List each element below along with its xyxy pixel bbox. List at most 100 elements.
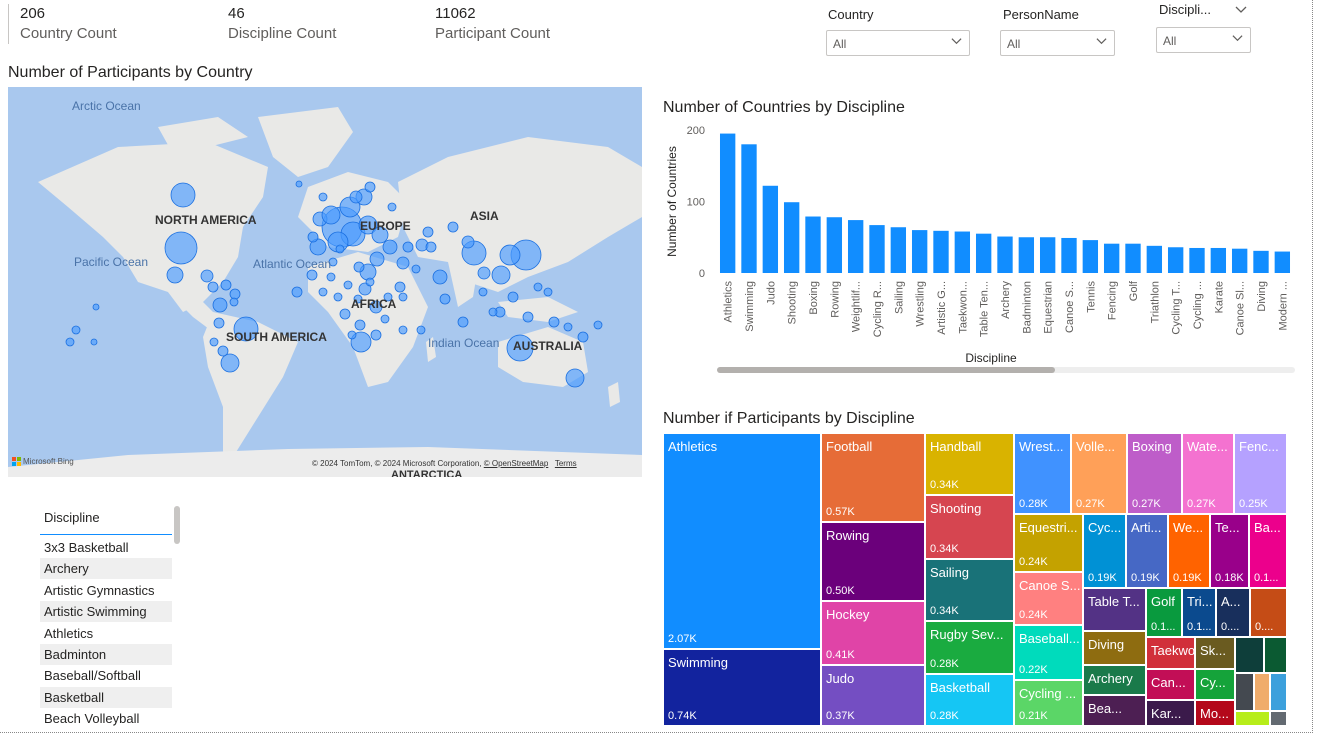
treemap-tile[interactable]: Wrest... 0.28K (1014, 433, 1071, 514)
bar[interactable] (997, 236, 1013, 273)
discipline-list-item[interactable]: 3x3 Basketball (40, 537, 172, 558)
treemap-tile[interactable]: Shooting 0.34K (925, 495, 1014, 559)
treemap-tile[interactable]: Cycling ... 0.21K (1014, 680, 1083, 726)
country-bubble[interactable] (457, 316, 469, 328)
list-scrollbar[interactable] (174, 506, 180, 544)
country-bubble[interactable] (92, 303, 100, 311)
discipline-list-item[interactable]: Badminton (40, 644, 172, 665)
osm-link[interactable]: © OpenStreetMap (484, 459, 549, 468)
treemap-tile[interactable] (1235, 711, 1270, 726)
treemap-tile[interactable]: Cyc... 0.19K (1083, 514, 1126, 588)
discipline-list-item[interactable]: Basketball (40, 686, 172, 708)
country-bubble[interactable] (229, 297, 239, 307)
treemap-tile[interactable]: Te... 0.18K (1210, 514, 1249, 588)
chart-scrollbar-thumb[interactable] (717, 367, 1055, 373)
treemap-tile[interactable]: Taekwo... (1146, 637, 1195, 669)
country-bubble[interactable] (398, 292, 408, 302)
country-bubble[interactable] (491, 265, 511, 285)
country-bubble[interactable] (65, 337, 75, 347)
bar[interactable] (847, 220, 864, 273)
country-bubble[interactable] (370, 329, 382, 341)
treemap-tile[interactable]: Rugby Sev... 0.28K (925, 621, 1014, 674)
treemap-tile[interactable]: Cy... (1195, 669, 1235, 700)
country-bubble[interactable] (326, 272, 336, 282)
treemap-tile[interactable]: Basketball 0.28K (925, 674, 1014, 726)
treemap-tile[interactable]: Hockey 0.41K (821, 601, 925, 665)
bar[interactable] (1253, 250, 1269, 273)
bar[interactable] (826, 217, 843, 273)
country-bubble[interactable] (220, 279, 232, 291)
country-bubble[interactable] (447, 221, 459, 233)
country-bubble[interactable] (295, 180, 303, 188)
bar[interactable] (805, 216, 821, 273)
bar[interactable] (975, 233, 992, 273)
discipline-list-item[interactable]: Archery (40, 558, 172, 580)
country-bubble[interactable] (394, 281, 406, 293)
bar[interactable] (1210, 247, 1227, 273)
country-bubble[interactable] (307, 231, 319, 243)
country-bubble[interactable] (593, 320, 603, 330)
country-bubble[interactable] (522, 311, 534, 323)
country-bubble[interactable] (90, 338, 98, 346)
country-bubble[interactable] (411, 264, 421, 274)
country-bubble[interactable] (354, 319, 366, 331)
bar[interactable] (762, 185, 779, 273)
country-bubble[interactable] (339, 308, 351, 320)
bar[interactable] (1125, 243, 1141, 273)
treemap-tile[interactable]: Boxing 0.27K (1127, 433, 1182, 514)
treemap-tile[interactable]: Volle... 0.27K (1071, 433, 1127, 514)
treemap-tile[interactable]: Diving (1083, 631, 1146, 665)
treemap-tile[interactable]: Canoe S... 0.24K (1014, 572, 1083, 625)
discipline-list-item[interactable]: Artistic Gymnastics (40, 580, 172, 601)
country-bubble[interactable] (477, 266, 491, 280)
country-bubble[interactable] (71, 325, 81, 335)
country-bubble[interactable] (548, 316, 560, 328)
country-bubble[interactable] (565, 368, 585, 388)
participants-treemap[interactable]: Athletics 2.07K Swimming 0.74K Football 0.57K… (663, 433, 1288, 726)
countries-by-discipline-chart[interactable]: 0 100 200 Number of Countries Athletics Swimm… (660, 120, 1305, 375)
treemap-tile[interactable]: Handball 0.34K (925, 433, 1014, 495)
bar[interactable] (1018, 237, 1035, 273)
country-bubble[interactable] (318, 192, 328, 202)
treemap-tile[interactable]: Judo 0.37K (821, 665, 925, 726)
discipline-list-item[interactable]: Baseball/Softball (40, 665, 172, 686)
chevron-down-icon[interactable] (1235, 3, 1247, 15)
country-slicer-dropdown[interactable]: All (826, 30, 970, 56)
treemap-tile[interactable]: Sailing 0.34K (925, 559, 1014, 621)
country-bubble[interactable] (353, 261, 365, 273)
country-bubble[interactable] (347, 330, 357, 340)
bar[interactable] (1146, 245, 1163, 273)
country-bubble[interactable] (425, 241, 437, 253)
country-bubble[interactable] (499, 244, 521, 266)
country-bubble[interactable] (533, 282, 543, 292)
bar[interactable] (1061, 237, 1077, 273)
country-bubble[interactable] (416, 325, 426, 335)
country-bubble[interactable] (563, 322, 573, 332)
country-bubble[interactable] (432, 269, 448, 285)
bar[interactable] (1231, 248, 1248, 273)
country-bubble[interactable] (213, 317, 225, 329)
participants-map[interactable]: Arctic Ocean Pacific Ocean Atlantic Ocea… (8, 87, 642, 477)
personname-slicer-dropdown[interactable]: All (1000, 30, 1115, 56)
bar[interactable] (741, 144, 757, 273)
country-bubble[interactable] (365, 277, 375, 287)
treemap-tile[interactable]: Archery (1083, 665, 1146, 695)
country-bubble[interactable] (380, 314, 390, 324)
country-bubble[interactable] (335, 244, 345, 254)
country-bubble[interactable] (164, 231, 198, 265)
country-bubble[interactable] (369, 251, 385, 267)
country-bubble[interactable] (422, 226, 434, 238)
treemap-tile[interactable]: Equestri... 0.24K (1014, 514, 1083, 572)
treemap-tile[interactable] (1235, 673, 1254, 711)
treemap-tile[interactable] (1270, 711, 1287, 726)
treemap-tile[interactable]: Arti... 0.19K (1126, 514, 1168, 588)
country-bubble[interactable] (349, 190, 363, 204)
bar[interactable] (1189, 247, 1205, 273)
country-bubble[interactable] (364, 181, 376, 193)
bar[interactable] (1274, 251, 1291, 273)
country-bubble[interactable] (170, 182, 196, 208)
country-bubble[interactable] (207, 281, 219, 293)
bar[interactable] (869, 225, 885, 273)
treemap-tile[interactable]: Wate... 0.27K (1182, 433, 1234, 514)
country-bubble[interactable] (398, 325, 408, 335)
